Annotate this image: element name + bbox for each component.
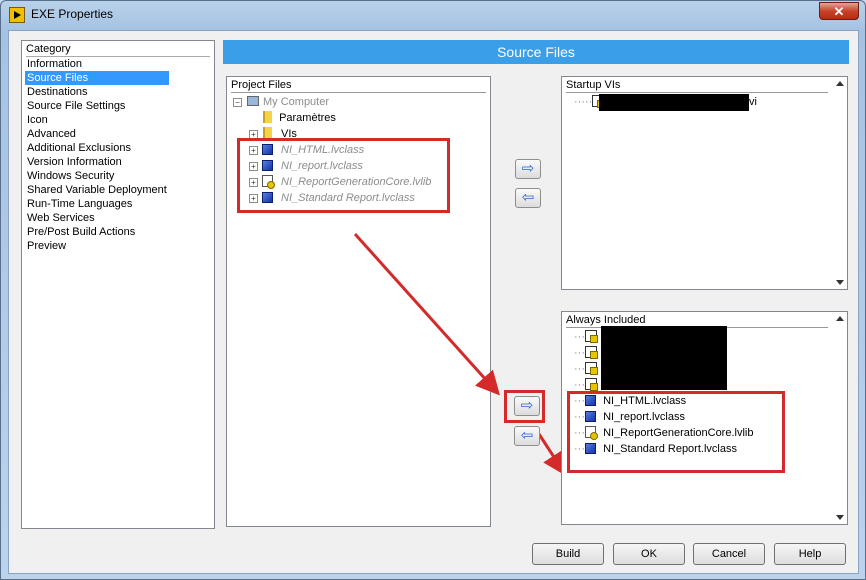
category-item-pre-post-build-actions[interactable]: Pre/Post Build Actions — [25, 225, 169, 239]
always-included-scrollbar[interactable] — [834, 312, 847, 524]
always-included-hidden-item[interactable]: ··· — [574, 345, 598, 361]
collapse-icon[interactable]: − — [233, 98, 242, 107]
category-item-web-services[interactable]: Web Services — [25, 211, 169, 225]
project-files-highlight — [237, 138, 450, 213]
category-item-source-file-settings[interactable]: Source File Settings — [25, 99, 169, 113]
category-item-advanced[interactable]: Advanced — [25, 127, 169, 141]
computer-icon — [247, 96, 259, 106]
close-icon: ✕ — [833, 4, 845, 19]
tree-item-label: My Computer — [263, 96, 330, 108]
tree-item-label: Paramètres — [279, 112, 336, 124]
always-included-hidden-item[interactable]: ··· — [574, 329, 598, 345]
arrow-left-icon: ⇦ — [520, 427, 534, 444]
dialog-body: Category Information Source Files Destin… — [8, 30, 859, 574]
category-item-preview[interactable]: Preview — [25, 239, 169, 253]
category-item-destinations[interactable]: Destinations — [25, 85, 169, 99]
always-included-hidden-item[interactable]: ··· — [574, 361, 598, 377]
folder-icon — [263, 111, 272, 123]
always-included-highlight — [567, 391, 785, 473]
title-bar[interactable]: EXE Properties ✕ — [1, 1, 865, 29]
arrow-right-icon: ⇨ — [521, 160, 535, 177]
category-item-information[interactable]: Information — [25, 57, 169, 71]
category-panel: Category Information Source Files Destin… — [21, 40, 215, 529]
tree-item-parametres[interactable]: Paramètres — [263, 110, 336, 126]
redacted-names — [601, 326, 727, 390]
vi-icon — [585, 362, 598, 375]
category-item-version-information[interactable]: Version Information — [25, 155, 169, 169]
exe-properties-window: EXE Properties ✕ Category Information So… — [0, 0, 866, 580]
vi-icon — [585, 330, 598, 343]
close-button[interactable]: ✕ — [819, 2, 859, 20]
window-title: EXE Properties — [31, 7, 114, 21]
startup-vis-list[interactable]: Startup VIs ····· vi — [561, 76, 848, 290]
vi-icon — [585, 378, 598, 391]
remove-always-included-button[interactable]: ⇦ — [514, 426, 540, 446]
page-title: Source Files — [223, 40, 849, 64]
category-header: Category — [26, 43, 210, 57]
scroll-down-icon[interactable] — [836, 280, 844, 285]
arrow-right-icon: ⇨ — [520, 397, 534, 414]
startup-vis-scrollbar[interactable] — [834, 77, 847, 289]
ok-button[interactable]: OK — [613, 543, 685, 565]
arrow-left-icon: ⇦ — [521, 189, 535, 206]
remove-startup-vi-button[interactable]: ⇦ — [515, 188, 541, 208]
add-startup-vi-button[interactable]: ⇨ — [515, 159, 541, 179]
cancel-button[interactable]: Cancel — [693, 543, 765, 565]
scroll-down-icon[interactable] — [836, 515, 844, 520]
vi-icon — [585, 346, 598, 359]
project-files-header: Project Files — [231, 79, 486, 93]
redacted-name — [599, 94, 749, 111]
labview-app-icon — [9, 7, 25, 23]
category-list: Information Source Files Destinations So… — [25, 57, 169, 253]
category-item-windows-security[interactable]: Windows Security — [25, 169, 169, 183]
add-always-included-button[interactable]: ⇨ — [514, 396, 540, 416]
startup-vis-header: Startup VIs — [566, 79, 828, 93]
category-item-additional-exclusions[interactable]: Additional Exclusions — [25, 141, 169, 155]
category-item-run-time-languages[interactable]: Run-Time Languages — [25, 197, 169, 211]
arrow-to-always-included — [535, 430, 567, 477]
startup-vi-suffix: vi — [749, 96, 757, 108]
scroll-up-icon[interactable] — [836, 316, 844, 321]
category-item-icon[interactable]: Icon — [25, 113, 169, 127]
build-button[interactable]: Build — [532, 543, 604, 565]
help-button[interactable]: Help — [774, 543, 846, 565]
category-item-shared-variable-deployment[interactable]: Shared Variable Deployment — [25, 183, 169, 197]
scroll-up-icon[interactable] — [836, 81, 844, 86]
category-item-source-files[interactable]: Source Files — [25, 71, 169, 85]
